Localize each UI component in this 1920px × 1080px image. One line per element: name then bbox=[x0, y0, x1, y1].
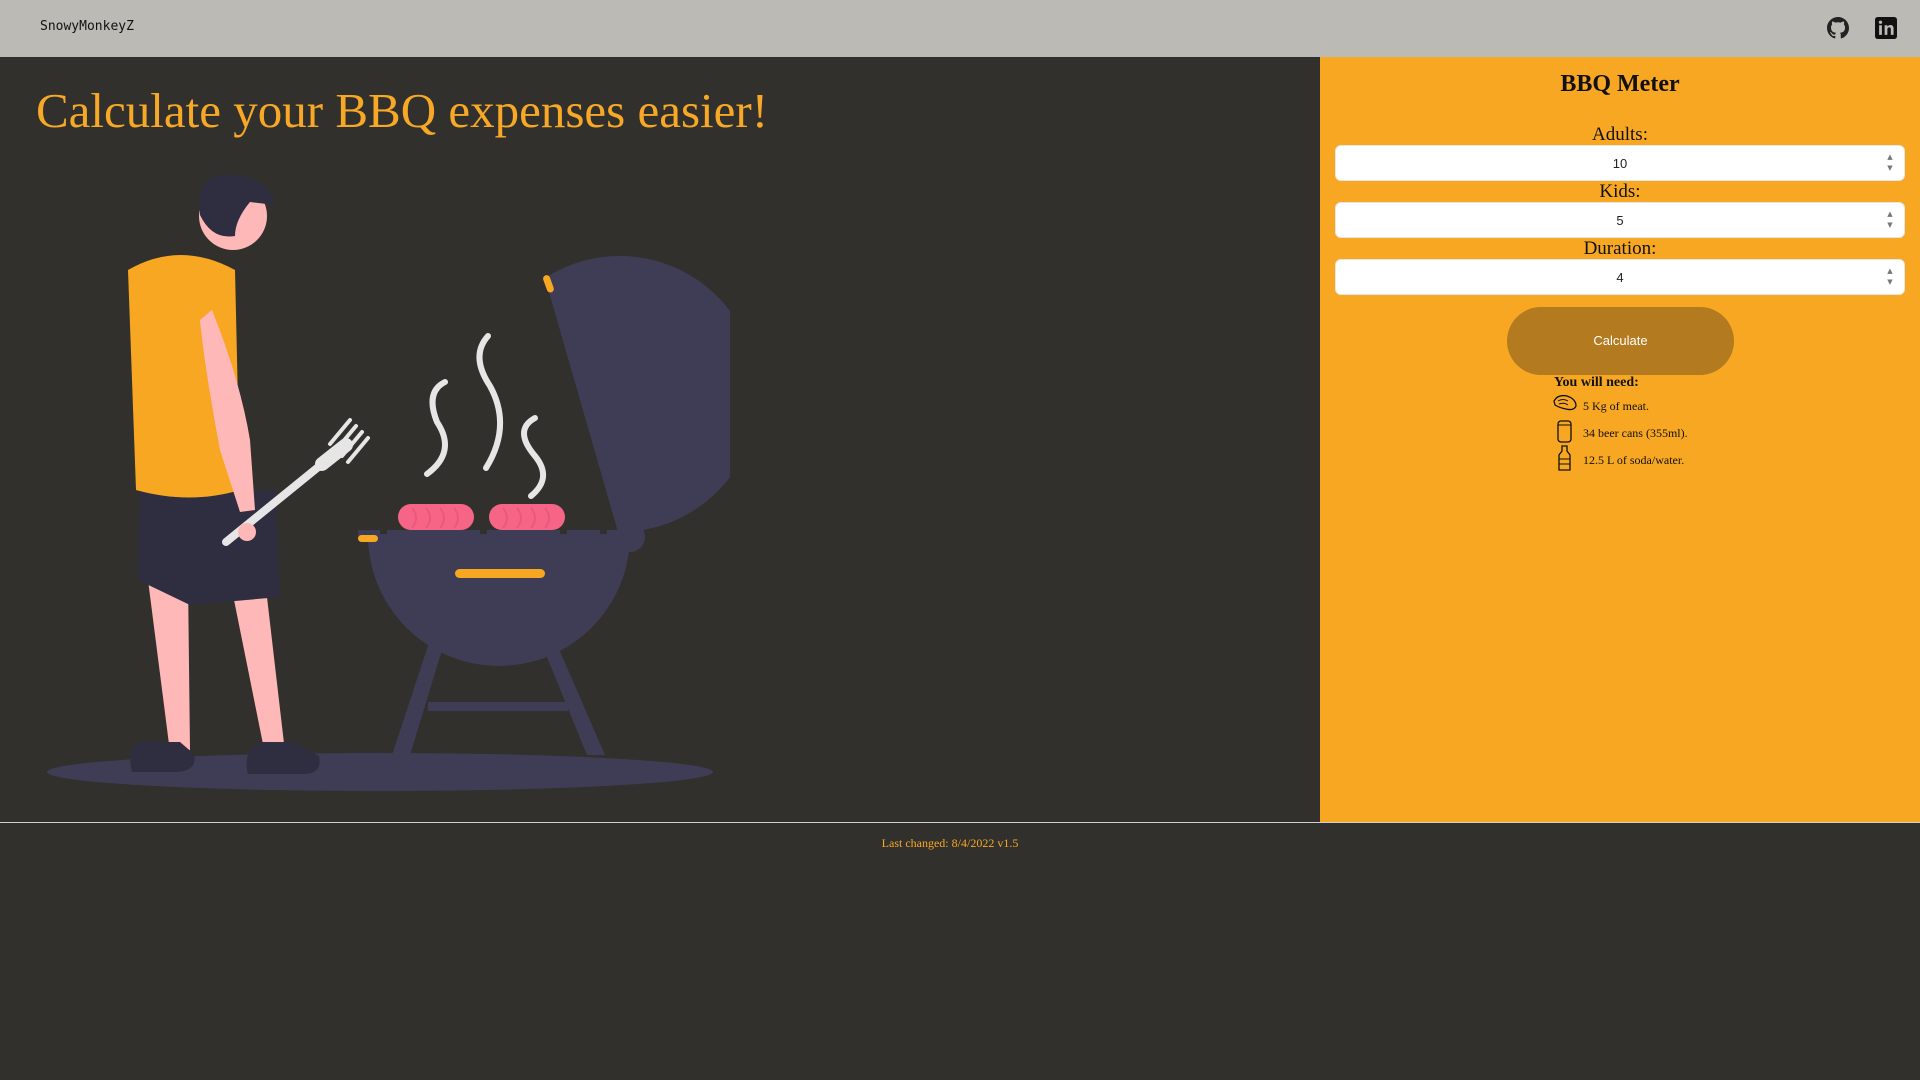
chevron-down-icon[interactable]: ▼ bbox=[1884, 277, 1896, 288]
duration-input[interactable] bbox=[1335, 259, 1905, 295]
sausages bbox=[398, 504, 565, 530]
grill-rim bbox=[358, 530, 638, 540]
steak-icon bbox=[1553, 394, 1577, 411]
soda-result: 12.5 L of soda/water. bbox=[1583, 453, 1685, 467]
kids-stepper[interactable]: ▲ ▼ bbox=[1884, 209, 1896, 231]
footer-divider bbox=[0, 822, 1920, 823]
kids-label: Kids: bbox=[1599, 181, 1641, 202]
list-item: 34 beer cans (355ml). bbox=[1552, 418, 1772, 444]
bbq-illustration bbox=[47, 174, 730, 791]
meat-result: 5 Kg of meat. bbox=[1583, 399, 1649, 413]
top-navbar: SnowyMonkeyZ bbox=[0, 0, 1920, 57]
steam bbox=[424, 333, 546, 499]
linkedin-icon[interactable] bbox=[1875, 17, 1897, 39]
adults-stepper[interactable]: ▲ ▼ bbox=[1884, 152, 1896, 174]
chevron-down-icon[interactable]: ▼ bbox=[1884, 220, 1896, 231]
list-item: 12.5 L of soda/water. bbox=[1552, 445, 1772, 471]
beer-result: 34 beer cans (355ml). bbox=[1583, 426, 1688, 440]
duration-label: Duration: bbox=[1583, 238, 1657, 259]
list-item: 5 Kg of meat. bbox=[1552, 391, 1772, 417]
bbq-meter-panel: BBQ Meter Adults: ▲▼ Kids: ▲▼ Duration: … bbox=[1320, 57, 1920, 822]
duration-stepper[interactable]: ▲ ▼ bbox=[1884, 266, 1896, 288]
hero-title: Calculate your BBQ expenses easier! bbox=[36, 83, 769, 138]
footer-last-changed: Last changed: 8/4/2022 v1.5 bbox=[881, 836, 1019, 850]
bottle-icon bbox=[1558, 445, 1571, 471]
chevron-up-icon[interactable]: ▲ bbox=[1884, 266, 1896, 277]
grill-bowl bbox=[368, 535, 630, 666]
github-icon[interactable] bbox=[1827, 17, 1849, 39]
calculate-button[interactable]: Calculate bbox=[1507, 307, 1734, 375]
adults-label: Adults: bbox=[1592, 124, 1648, 145]
person bbox=[128, 174, 370, 774]
results-heading: You will need: bbox=[1554, 375, 1639, 390]
chevron-up-icon[interactable]: ▲ bbox=[1884, 209, 1896, 220]
kids-input[interactable] bbox=[1335, 202, 1905, 238]
panel-title: BBQ Meter bbox=[1560, 71, 1680, 97]
beer-can-icon bbox=[1557, 420, 1572, 443]
chevron-down-icon[interactable]: ▼ bbox=[1884, 163, 1896, 174]
chevron-up-icon[interactable]: ▲ bbox=[1884, 152, 1896, 163]
brand-name[interactable]: SnowyMonkeyZ bbox=[40, 19, 134, 34]
adults-input[interactable] bbox=[1335, 145, 1905, 181]
